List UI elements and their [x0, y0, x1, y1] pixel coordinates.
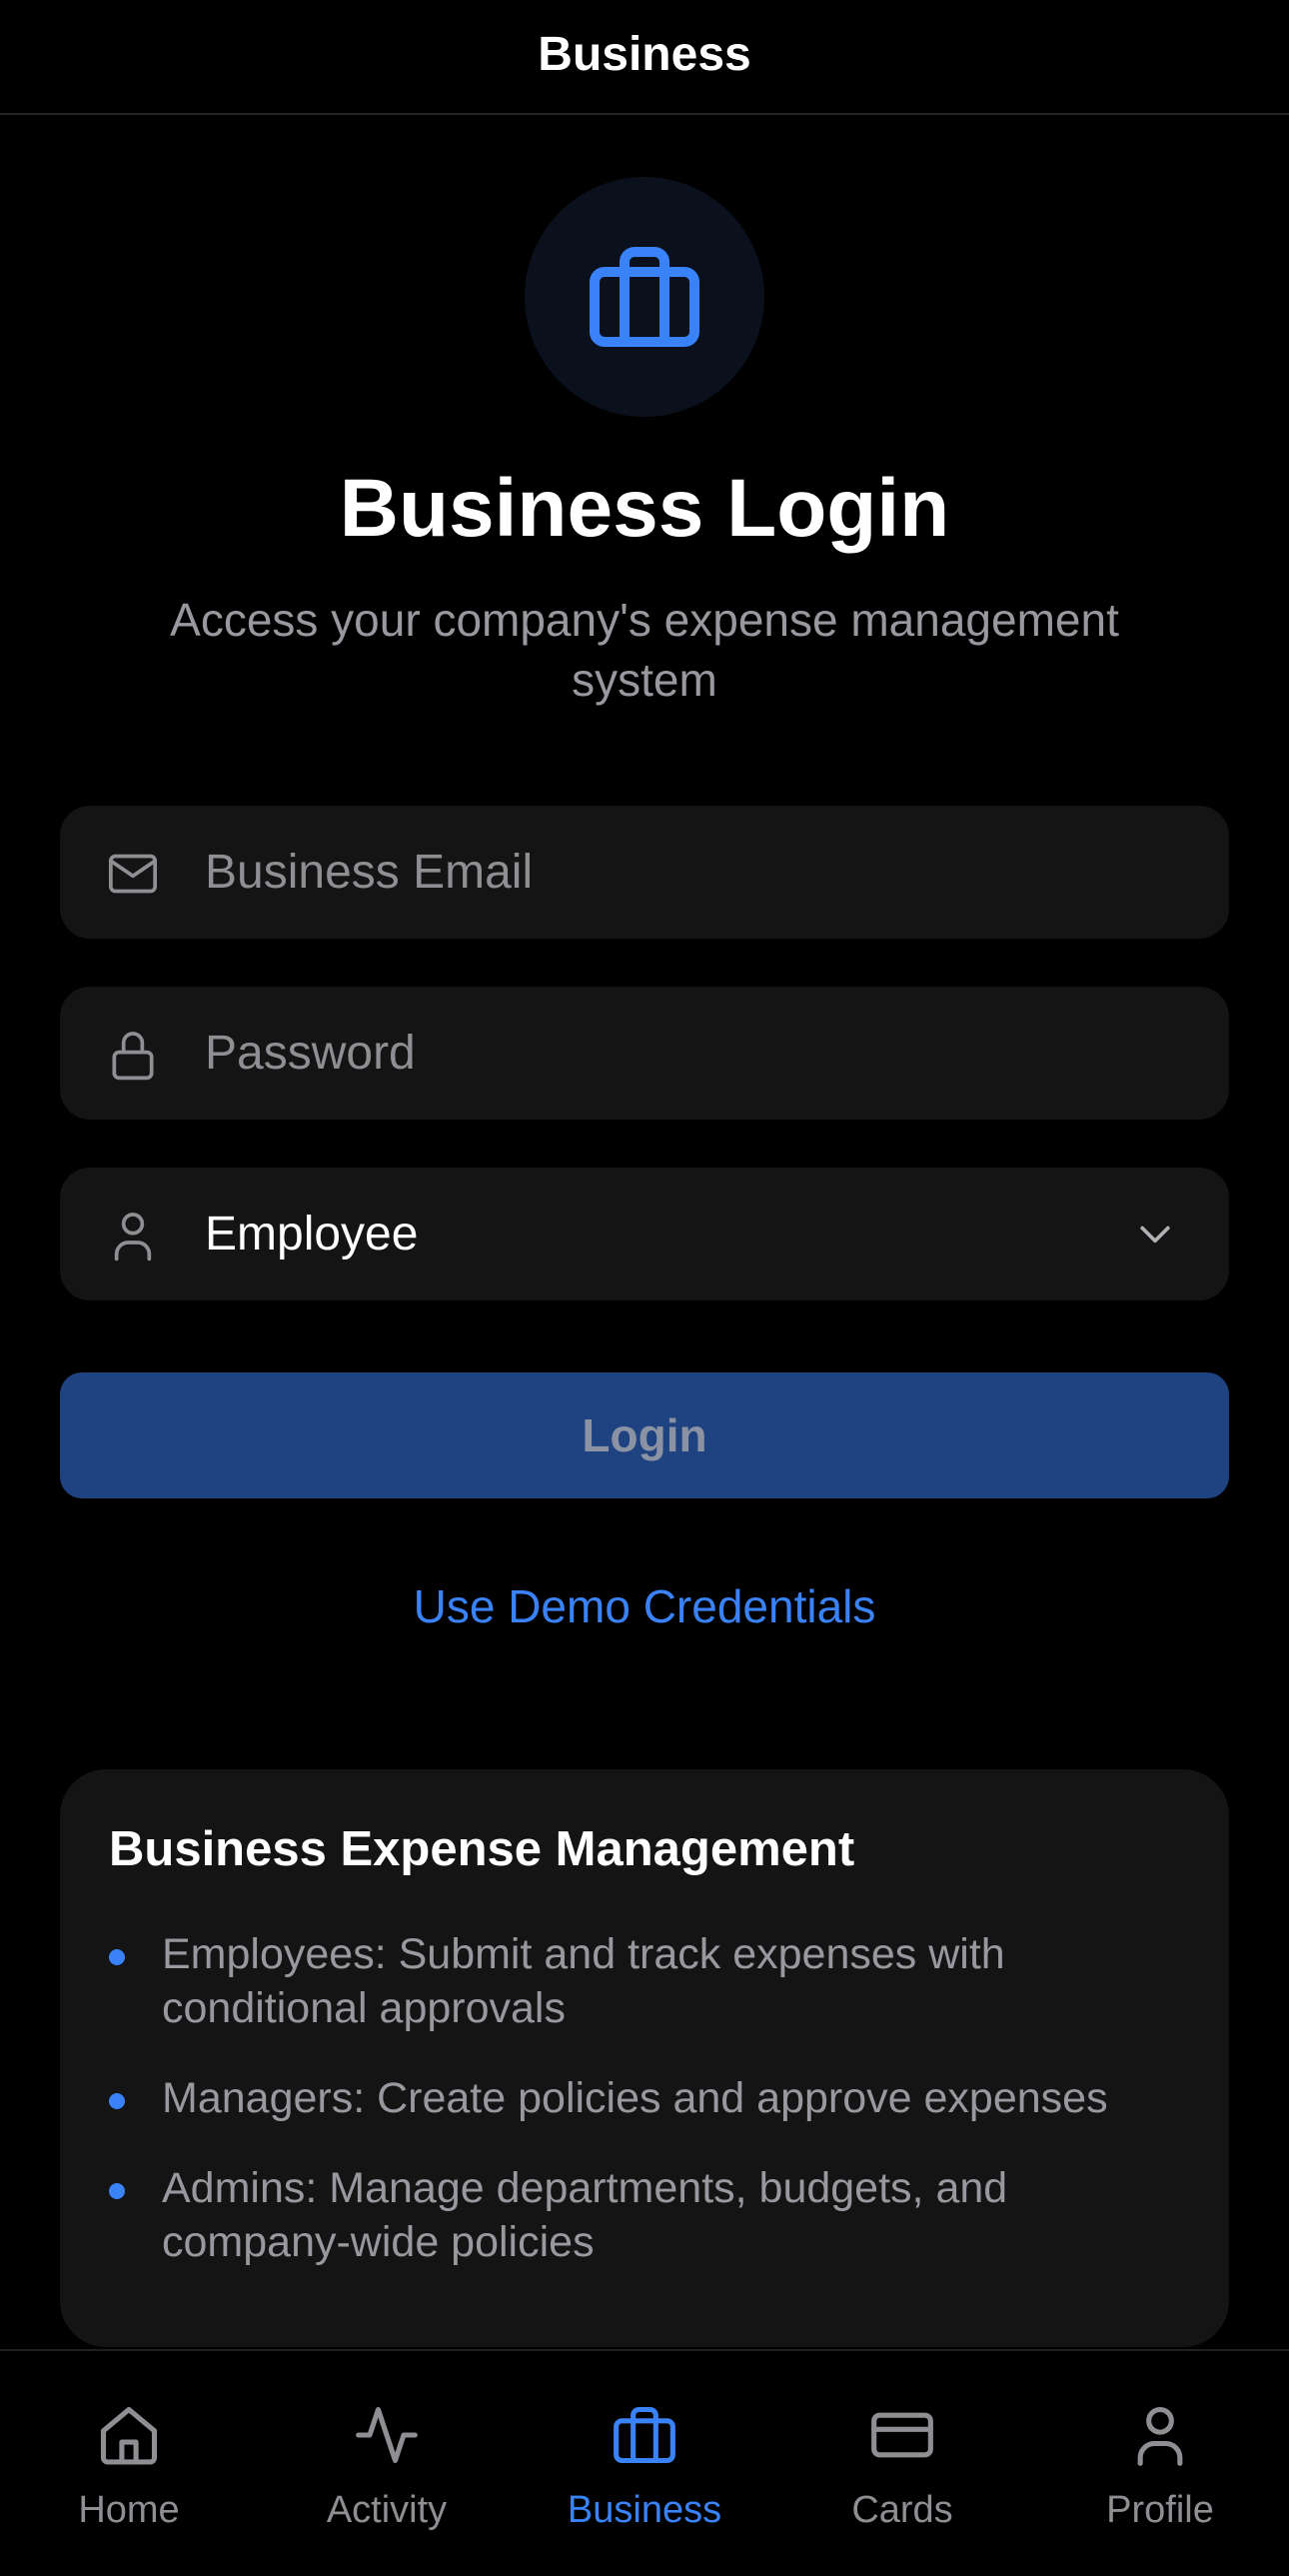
- list-item-text: Managers: Create policies and approve ex…: [162, 2074, 1108, 2122]
- activity-icon: [353, 2401, 421, 2469]
- tab-home[interactable]: Home: [0, 2351, 258, 2576]
- email-input[interactable]: [205, 806, 1154, 939]
- user-icon: [1126, 2401, 1194, 2469]
- password-input[interactable]: [205, 987, 1154, 1120]
- header-title: Business: [538, 28, 751, 81]
- tab-cards[interactable]: Cards: [773, 2351, 1031, 2576]
- briefcase-icon: [590, 247, 699, 347]
- tab-label: Business: [567, 2489, 722, 2531]
- tab-label: Profile: [1106, 2489, 1214, 2531]
- tab-label: Activity: [326, 2489, 448, 2531]
- list-item-text: Admins: Manage departments, budgets, and…: [162, 2164, 1008, 2266]
- briefcase-icon: [611, 2401, 678, 2469]
- chevron-down-icon[interactable]: [1133, 1212, 1177, 1256]
- user-icon: [105, 1208, 161, 1264]
- password-field[interactable]: [60, 987, 1229, 1120]
- home-icon: [95, 2401, 163, 2469]
- bullet-dot: [109, 2093, 125, 2109]
- list-item-text: Employees: Submit and track expenses wit…: [162, 1930, 1005, 2032]
- email-field[interactable]: [60, 806, 1229, 939]
- tab-bar: Home Activity Business Cards Profile: [0, 2349, 1289, 2574]
- info-card: Business Expense Management Employees: S…: [60, 1769, 1229, 2347]
- nav-header: Business: [0, 0, 1289, 115]
- tab-activity[interactable]: Activity: [258, 2351, 516, 2576]
- role-select-value: Employee: [205, 1208, 419, 1261]
- mail-icon: [105, 846, 161, 902]
- lock-icon: [105, 1027, 161, 1083]
- login-button[interactable]: Login: [60, 1372, 1229, 1498]
- page-subtitle: Access your company's expense management…: [170, 594, 1119, 706]
- bullet-dot: [109, 1949, 125, 1965]
- info-card-title: Business Expense Management: [109, 1822, 855, 1876]
- bullet-dot: [109, 2183, 125, 2199]
- tab-business[interactable]: Business: [516, 2351, 773, 2576]
- tab-label: Home: [78, 2489, 180, 2531]
- card-icon: [868, 2401, 936, 2469]
- page-title: Business Login: [339, 463, 950, 554]
- briefcase-logo-circle: [525, 177, 764, 417]
- tab-profile[interactable]: Profile: [1031, 2351, 1289, 2576]
- tab-label: Cards: [851, 2489, 953, 2531]
- role-select[interactable]: Employee: [60, 1168, 1229, 1300]
- use-demo-credentials-link[interactable]: Use Demo Credentials: [0, 1579, 1289, 1633]
